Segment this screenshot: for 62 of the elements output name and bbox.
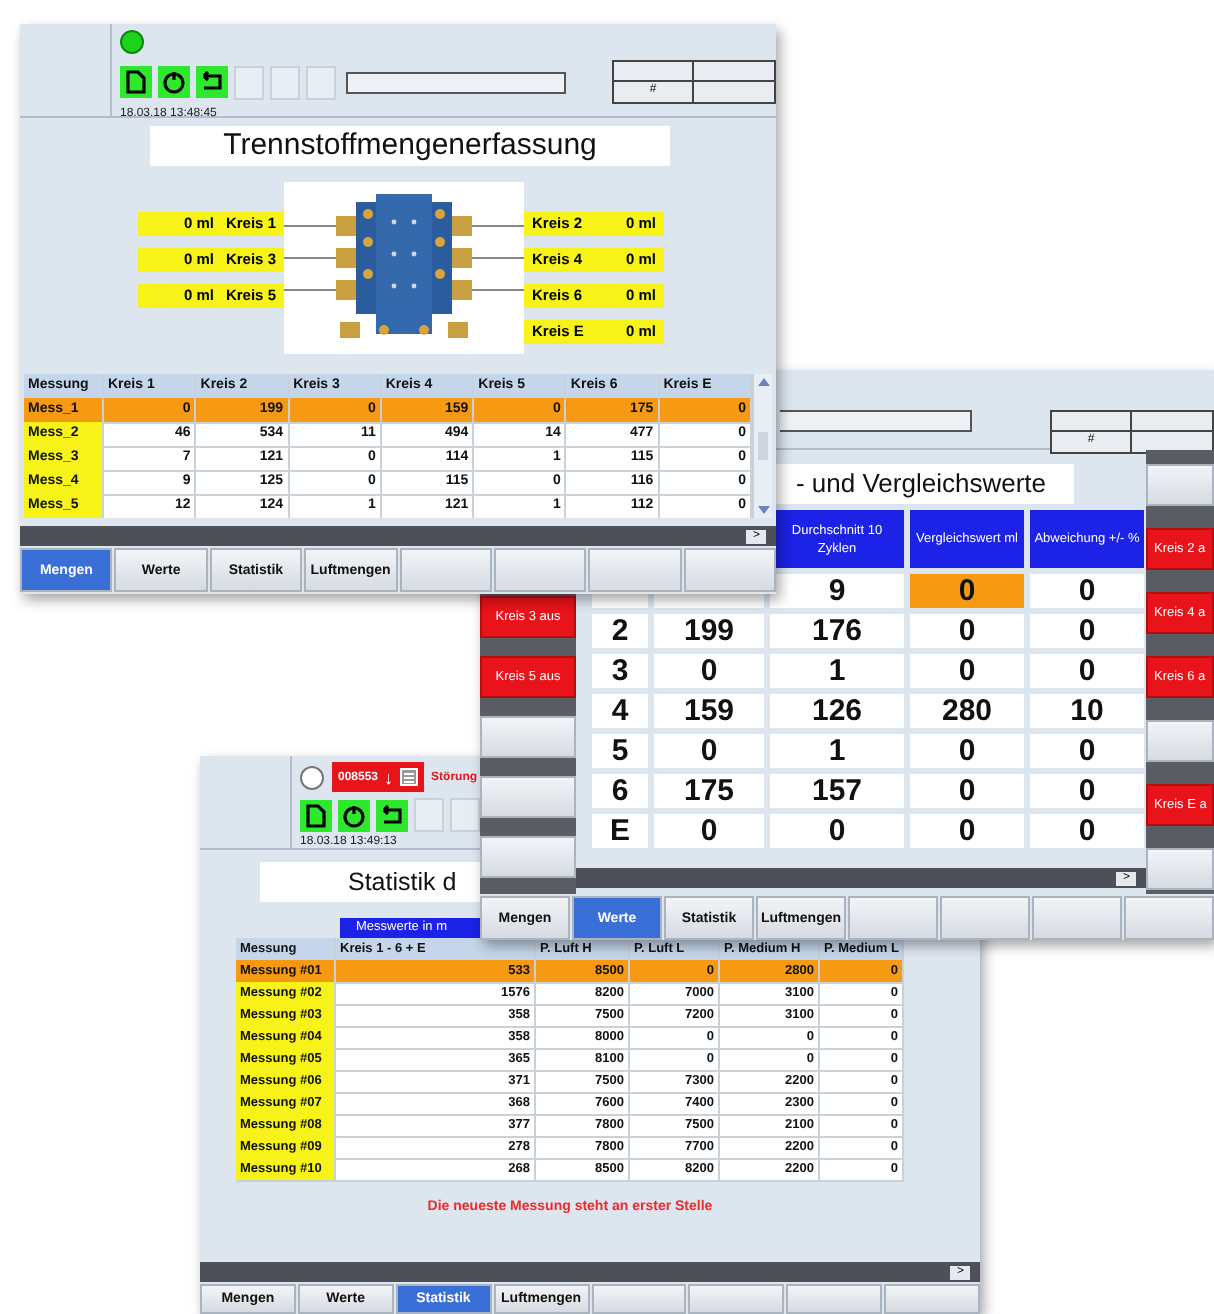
table-cell: 3 [592,654,648,688]
list-icon [399,768,418,786]
table-cell: 10 [1030,694,1144,728]
table-cell: 4 [592,694,648,728]
table-cell: 175 [654,774,764,808]
blank-softkey-button[interactable] [1124,896,1214,940]
blank-softkey-button[interactable] [591,1284,687,1314]
table-cell: 176 [770,614,904,648]
blank-softkey-button[interactable] [480,776,576,818]
blank-softkey-button[interactable] [1146,464,1214,506]
table-cell: 9 [770,574,904,608]
document-icon[interactable] [120,66,152,98]
power-icon[interactable] [158,66,190,98]
table-cell: 126 [770,694,904,728]
table-cell: 0 [1030,574,1144,608]
table-cell: E [592,814,648,848]
table-cell: 0 [1030,614,1144,648]
table-cell: 0 [910,574,1024,608]
table-cell: 6 [592,774,648,808]
blank-softkey-button[interactable] [493,548,587,592]
table-cell: 0 [1030,654,1144,688]
table-cell: 280 [910,694,1024,728]
table-cell: 0 [910,734,1024,768]
table-cell: 0 [654,654,764,688]
table-cell: 0 [1030,774,1144,808]
table-cell: 1 [770,734,904,768]
table-cell: 0 [654,734,764,768]
blank-softkey-button[interactable] [848,896,938,940]
table-cell: 157 [770,774,904,808]
blank-softkey-button[interactable] [786,1284,883,1314]
table-cell: 0 [1030,734,1144,768]
table-cell: 0 [910,774,1024,808]
table-cell: 0 [1030,814,1144,848]
table-cell: 0 [770,814,904,848]
table-cell: 0 [654,814,764,848]
table-cell: 0 [910,654,1024,688]
blank-toolbar-button[interactable] [306,65,336,99]
page-title: Trennstoffmengenerfassung [150,126,670,166]
table-cell: 199 [654,614,764,648]
blank-toolbar-button[interactable] [450,798,480,832]
blank-softkey-button[interactable] [480,716,576,758]
table-cell: 2 [592,614,648,648]
blank-softkey-button[interactable] [683,548,776,592]
blank-softkey-button[interactable] [884,1284,980,1314]
blank-toolbar-button[interactable] [270,65,300,99]
table-cell: 159 [654,694,764,728]
blank-softkey-button[interactable] [688,1284,785,1314]
scrollbar[interactable] [752,374,772,518]
blank-softkey-button[interactable] [480,836,576,878]
blank-softkey-button[interactable] [1032,896,1122,940]
table-cell: 1 [770,654,904,688]
blank-softkey-button[interactable] [399,548,492,592]
blank-softkey-button[interactable] [1146,720,1214,762]
blank-softkey-button[interactable] [588,548,682,592]
table-cell: 5 [592,734,648,768]
document-icon[interactable] [300,799,332,831]
blank-softkey-button[interactable] [940,896,1030,940]
alarm-arrow: ↓ [384,767,394,787]
table-cell: 0 [910,814,1024,848]
blank-softkey-button[interactable] [1146,848,1214,890]
table-cell: 0 [910,614,1024,648]
power-icon[interactable] [338,799,370,831]
